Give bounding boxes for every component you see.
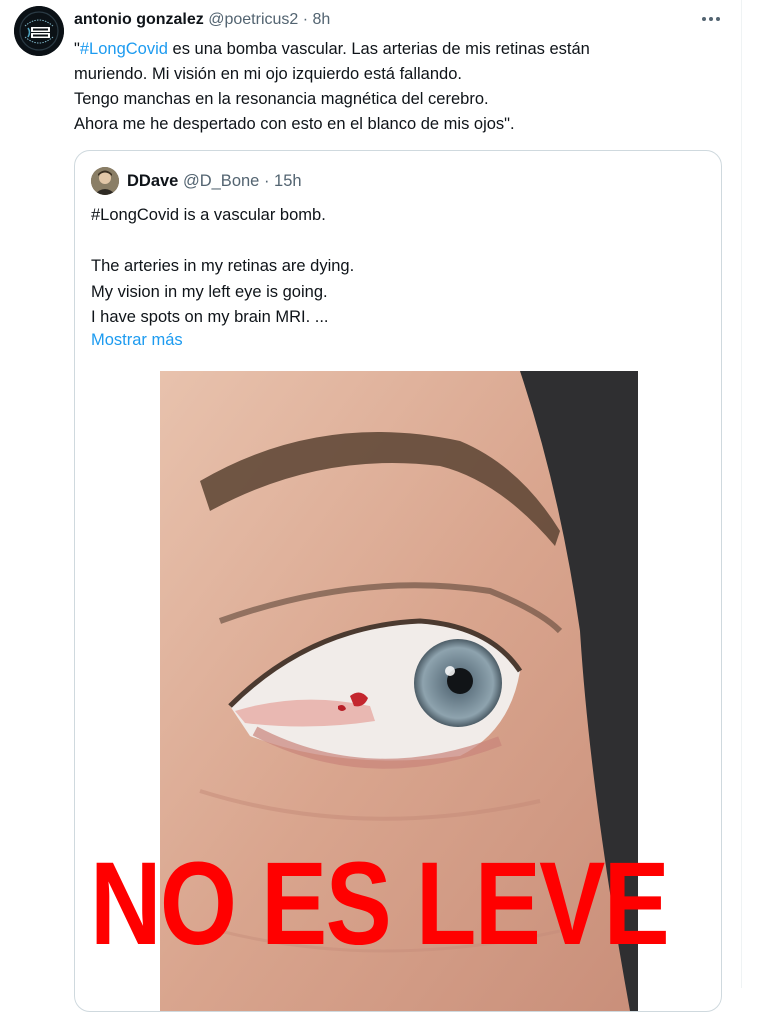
hashtag-link[interactable]: #LongCovid [80, 40, 168, 58]
more-options-button[interactable] [698, 8, 724, 30]
timeline-border [741, 0, 742, 988]
author-name[interactable]: antonio gonzalez [74, 11, 204, 28]
tweet-text-line: muriendo. Mi visión en mi ojo izquierdo … [74, 65, 462, 83]
more-horizontal-icon [702, 17, 706, 21]
quoted-author-handle[interactable]: @D_Bone [183, 172, 259, 190]
user-photo-icon [91, 167, 119, 195]
quoted-text-line: #LongCovid is a vascular bomb. [91, 206, 326, 224]
quoted-author-name[interactable]: DDave [127, 172, 178, 190]
tweet-text-line: "#LongCovid es una bomba vascular. Las a… [74, 40, 590, 58]
separator-dot: · [302, 11, 309, 28]
quoted-author-avatar[interactable] [91, 167, 119, 195]
quoted-text-line: The arteries in my retinas are dying. [91, 257, 355, 275]
quoted-text-line: I have spots on my brain MRI. ... [91, 308, 329, 326]
tweet-timestamp[interactable]: 8h [313, 11, 331, 28]
quoted-text-line [91, 229, 701, 255]
author-avatar[interactable] [14, 6, 64, 56]
tweet-text-line: Tengo manchas en la resonancia magnética… [74, 90, 489, 108]
quoted-tweet-text: #LongCovid is a vascular bomb. The arter… [91, 203, 701, 331]
tweet: antonio gonzalez @poetricus2 · 8h "#Long… [0, 0, 758, 1012]
long-covid-awareness-badge-icon [14, 6, 64, 56]
overlay-caption: NO ES LEVE [89, 838, 670, 970]
quoted-text-line: My vision in my left eye is going. [91, 282, 328, 301]
quoted-tweet-timestamp[interactable]: 15h [274, 172, 302, 190]
quoted-tweet-header: DDave @D_Bone · 15h [127, 170, 302, 192]
tweet-header: antonio gonzalez @poetricus2 · 8h [74, 9, 330, 31]
author-handle[interactable]: @poetricus2 [208, 11, 298, 28]
separator-dot: · [263, 172, 270, 190]
show-more-link[interactable]: Mostrar más [91, 329, 183, 351]
tweet-text: "#LongCovid es una bomba vascular. Las a… [74, 37, 714, 137]
tweet-text-line: Ahora me he despertado con esto en el bl… [74, 115, 515, 133]
